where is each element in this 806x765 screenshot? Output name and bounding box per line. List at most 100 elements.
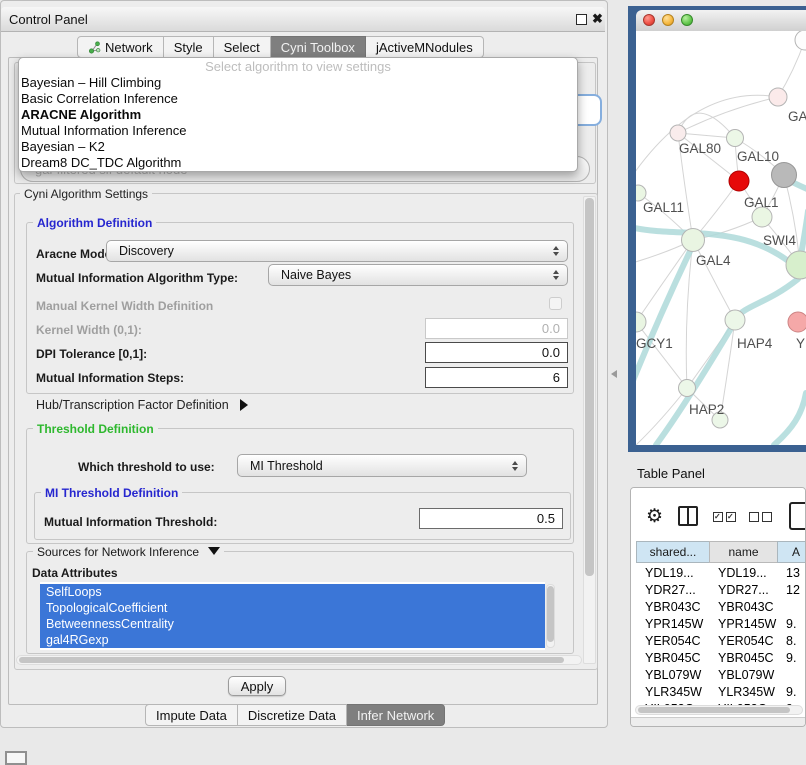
aracne-mode-combo[interactable]: Discovery	[106, 240, 568, 262]
expanded-arrow-icon[interactable]	[208, 547, 220, 555]
network-canvas[interactable]: GAL GAL80 GAL10 GAL1 GAL11 GAL4 SWI4 GCY…	[636, 31, 806, 445]
node-gal4[interactable]	[682, 229, 705, 252]
desktop: { "control_panel": { "title": "Control P…	[0, 0, 806, 762]
sources-group-title[interactable]: Sources for Network Inference	[33, 545, 224, 559]
tab-jactivemnodules[interactable]: jActiveMNodules	[366, 36, 484, 58]
table-row[interactable]: YPR145WYPR145W9.	[636, 615, 806, 632]
tab-select-label: Select	[224, 40, 260, 55]
mi-algorithm-type-combo[interactable]: Naive Bayes	[268, 264, 568, 286]
column-header-name[interactable]: name	[709, 541, 778, 563]
tab-discretize-data[interactable]: Discretize Data	[238, 704, 347, 726]
tab-discretize-data-label: Discretize Data	[248, 708, 336, 723]
table-row[interactable]: YBR045CYBR045C9.	[636, 649, 806, 666]
node-gray[interactable]	[772, 163, 797, 188]
node-swi4[interactable]	[786, 251, 806, 279]
table-toolbar: ⚙ ✓ ✓	[631, 488, 806, 538]
which-threshold-value: MI Threshold	[250, 459, 323, 473]
mi-algorithm-type-label: Mutual Information Algorithm Type:	[36, 271, 238, 285]
node-selected-red[interactable]	[729, 171, 749, 191]
mi-threshold-field[interactable]: 0.5	[419, 508, 563, 529]
mi-threshold-value: 0.5	[537, 511, 555, 526]
node-salmon[interactable]	[788, 312, 806, 332]
table-row[interactable]: YER054CYER054C8.	[636, 632, 806, 649]
window-zoom-light[interactable]	[681, 14, 693, 26]
cell-shared-name: YPR145W	[636, 617, 709, 631]
split-columns-icon[interactable]	[678, 506, 698, 526]
tab-cyni-toolbox-label: Cyni Toolbox	[281, 40, 355, 55]
stepper-icon	[553, 270, 559, 280]
node-gal1[interactable]	[752, 207, 772, 227]
cell-name: YDR27...	[709, 583, 777, 597]
attribute-item-selected[interactable]: TopologicalCoefficient	[40, 600, 545, 616]
window-minimize-light[interactable]	[662, 14, 674, 26]
node-hap4[interactable]	[725, 310, 745, 330]
table-row[interactable]: YDL19...YDL19...13	[636, 564, 806, 581]
table-view-icon[interactable]	[789, 502, 806, 530]
node-label: GAL	[788, 109, 806, 124]
cell-name: YPR145W	[709, 617, 777, 631]
column-header-shared-name[interactable]: shared...	[636, 541, 710, 563]
manual-kernel-label: Manual Kernel Width Definition	[36, 299, 213, 313]
table-row[interactable]: YBL079WYBL079W	[636, 666, 806, 683]
data-attributes-list[interactable]: SelfLoops TopologicalCoefficient Between…	[40, 582, 545, 650]
tab-impute-data[interactable]: Impute Data	[145, 704, 238, 726]
node-gal10[interactable]	[727, 130, 744, 147]
tab-cyni-toolbox[interactable]: Cyni Toolbox	[271, 36, 366, 58]
cell-name: YBR043C	[709, 600, 777, 614]
float-window-icon[interactable]	[576, 14, 587, 25]
select-all-checks-icon[interactable]: ✓ ✓	[713, 512, 736, 522]
tab-style[interactable]: Style	[164, 36, 214, 58]
settings-vertical-scrollbar-thumb[interactable]	[585, 198, 594, 576]
table-horizontal-scrollbar-thumb[interactable]	[638, 707, 790, 713]
algorithm-option-selected[interactable]: ARACNE Algorithm	[19, 107, 577, 123]
node-hap2[interactable]	[679, 380, 696, 397]
tab-impute-data-label: Impute Data	[156, 708, 227, 723]
table-row[interactable]: YLR345WYLR345W9.	[636, 683, 806, 700]
column-header-partial[interactable]: A	[777, 541, 806, 563]
node-gal80[interactable]	[670, 125, 686, 141]
stepper-icon	[512, 461, 518, 471]
node-gcy1[interactable]	[636, 312, 646, 332]
tab-jactivemnodules-label: jActiveMNodules	[376, 40, 473, 55]
node-label: GCY1	[636, 336, 673, 351]
table-row[interactable]: YDR27...YDR27...12	[636, 581, 806, 598]
close-panel-icon[interactable]: ✖	[592, 11, 603, 27]
cyni-settings-group-title: Cyni Algorithm Settings	[20, 187, 152, 201]
splitpane-collapse-icon[interactable]	[611, 370, 617, 378]
window-close-light[interactable]	[643, 14, 655, 26]
tab-select[interactable]: Select	[214, 36, 271, 58]
node[interactable]	[795, 31, 806, 50]
node-label: GAL1	[744, 195, 779, 210]
table-panel-title: Table Panel	[637, 466, 705, 481]
node[interactable]	[769, 88, 787, 106]
attribute-item-selected[interactable]: gal4RGexp	[40, 632, 545, 648]
settings-horizontal-scrollbar-thumb[interactable]	[19, 657, 564, 663]
control-panel-titlebar[interactable]	[1, 7, 605, 32]
manual-kernel-checkbox[interactable]	[549, 297, 562, 310]
deselect-boxes-icon[interactable]	[749, 512, 772, 522]
algorithm-option[interactable]: Dream8 DC_TDC Algorithm	[19, 155, 577, 171]
tab-network[interactable]: Network	[77, 36, 164, 58]
apply-button[interactable]: Apply	[228, 676, 286, 696]
restore-panel-icon[interactable]	[5, 751, 27, 765]
attribute-item-selected[interactable]: BetweennessCentrality	[40, 616, 545, 632]
algorithm-option[interactable]: Bayesian – Hill Climbing	[19, 75, 577, 91]
column-header-label: A	[792, 545, 800, 559]
algorithm-option[interactable]: Basic Correlation Inference	[19, 91, 577, 107]
hub-section-label[interactable]: Hub/Transcription Factor Definition	[36, 398, 248, 412]
tab-infer-network[interactable]: Infer Network	[347, 704, 445, 726]
attribute-item-selected[interactable]: SelfLoops	[40, 584, 545, 600]
table-row[interactable]: YBR043CYBR043C	[636, 598, 806, 615]
settings-gear-icon[interactable]: ⚙	[646, 505, 663, 528]
algorithm-option[interactable]: Mutual Information Inference	[19, 123, 577, 139]
algorithm-option[interactable]: Bayesian – K2	[19, 139, 577, 155]
cell-shared-name: YLR345W	[636, 685, 709, 699]
control-panel-title: Control Panel	[9, 12, 88, 27]
node-gal11[interactable]	[636, 185, 646, 201]
which-threshold-combo[interactable]: MI Threshold	[237, 454, 527, 477]
node-label: Y	[796, 336, 805, 351]
dpi-tolerance-field[interactable]: 0.0	[425, 342, 568, 363]
mi-steps-field[interactable]: 6	[425, 367, 568, 388]
collapsed-arrow-icon[interactable]	[240, 399, 248, 411]
attributes-scrollbar-thumb[interactable]	[547, 586, 554, 642]
